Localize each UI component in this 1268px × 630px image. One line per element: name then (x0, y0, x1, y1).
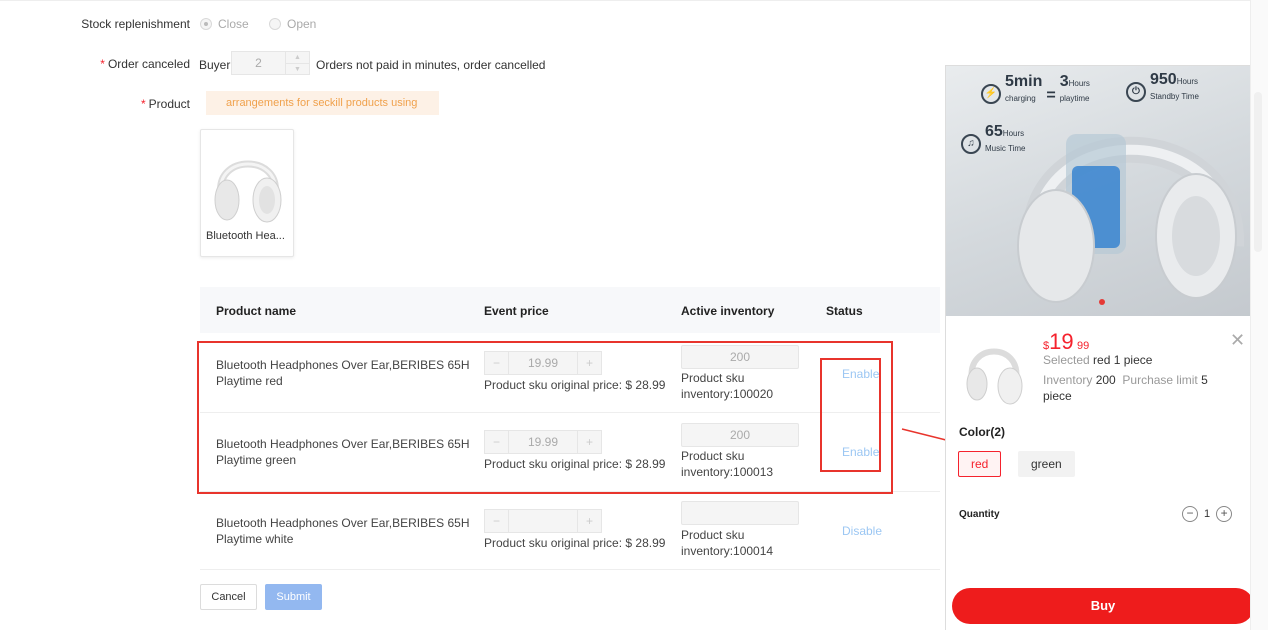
stock-replenishment-label: Stock replenishment (81, 17, 190, 31)
buy-button[interactable]: Buy (952, 588, 1254, 624)
col-active-inventory: Active inventory (681, 304, 775, 318)
product-card-name: Bluetooth Hea... (206, 230, 285, 242)
quantity-stepper[interactable]: − 1 + (1182, 506, 1233, 522)
feature-charging: ⚡ 5min charging = 3Hours playtime (981, 74, 1090, 104)
color-option-green[interactable]: green (1018, 451, 1075, 477)
product-notice: arrangements for seckill products using (206, 91, 439, 115)
headphones-image (214, 160, 282, 223)
sku-selector-sheet: $19 99 ✕ Selected red 1 piece Inventory … (946, 318, 1259, 630)
scrollbar-thumb[interactable] (1254, 92, 1262, 252)
quantity-label: Quantity (959, 509, 1000, 520)
radio-close[interactable]: Close (200, 17, 249, 31)
headphones-banner-image (1017, 134, 1245, 303)
highlight-status-box (820, 358, 881, 472)
feature-music: ♫ 65Hours Music Time (961, 124, 1025, 154)
col-event-price: Event price (484, 304, 549, 318)
original-price: Product sku original price: $ 28.99 (484, 536, 666, 550)
cancel-minutes-stepper[interactable]: 2 ▲ ▼ (231, 51, 310, 75)
cancel-minutes-value: 2 (255, 56, 262, 70)
quantity-value: 1 (1204, 508, 1211, 520)
minus-icon[interactable]: − (485, 510, 509, 532)
inventory-summary: Inventory 200 Purchase limit 5 piece (1043, 373, 1208, 403)
minus-icon[interactable]: − (1182, 506, 1198, 522)
sku-inventory: Product sku inventory:100014 (681, 528, 774, 558)
power-button-icon: ⏻ (1126, 82, 1146, 102)
selected-summary: Selected red 1 piece (1043, 353, 1153, 367)
plus-icon[interactable]: + (1216, 506, 1233, 522)
radio-checked-icon (200, 18, 212, 30)
cancel-button[interactable]: Cancel (200, 584, 257, 610)
feature-standby: ⏻ 950Hours Standby Time (1126, 72, 1199, 102)
event-price-stepper[interactable]: − + (484, 509, 602, 533)
row-divider (200, 569, 940, 570)
promotion-form-page: Stock replenishment Close Open * Order ca… (0, 0, 1260, 630)
submit-button[interactable]: Submit (265, 584, 322, 610)
col-status: Status (826, 304, 863, 318)
sale-price: $19 99 (1043, 329, 1090, 354)
product-card[interactable]: Bluetooth Hea... (200, 129, 294, 257)
row-product-name: Bluetooth Headphones Over Ear,BERIBES 65… (216, 516, 470, 546)
plus-icon[interactable]: + (577, 510, 601, 532)
product-label: * Product (140, 97, 190, 111)
mobile-preview: ⚡ 5min charging = 3Hours playtime ⏻ 950Hou… (945, 65, 1260, 630)
carousel-dot-icon[interactable] (1099, 299, 1105, 305)
col-product-name: Product name (216, 304, 297, 318)
close-icon[interactable]: ✕ (1230, 330, 1245, 351)
music-note-icon: ♫ (961, 134, 981, 154)
buyer-prefix: Buyer (199, 58, 231, 72)
power-icon: ⚡ (981, 84, 1001, 104)
order-canceled-label: * Order canceled (100, 57, 190, 71)
color-option-red[interactable]: red (958, 451, 1002, 477)
product-banner: ⚡ 5min charging = 3Hours playtime ⏻ 950Hou… (946, 66, 1259, 316)
radio-unchecked-icon (269, 18, 281, 30)
highlight-rows-box (197, 341, 893, 494)
arrow-up-icon[interactable]: ▲ (286, 52, 309, 64)
radio-open[interactable]: Open (269, 17, 316, 31)
inventory-input[interactable] (681, 501, 799, 525)
status-toggle-link[interactable]: Disable (842, 524, 882, 538)
table-header: Product name Event price Active inventor… (200, 287, 940, 333)
arrow-down-icon[interactable]: ▼ (286, 64, 309, 75)
cancel-suffix: Orders not paid in minutes, order cancel… (316, 58, 546, 72)
headphones-thumbnail (966, 348, 1023, 405)
color-label: Color(2) (959, 425, 1005, 439)
